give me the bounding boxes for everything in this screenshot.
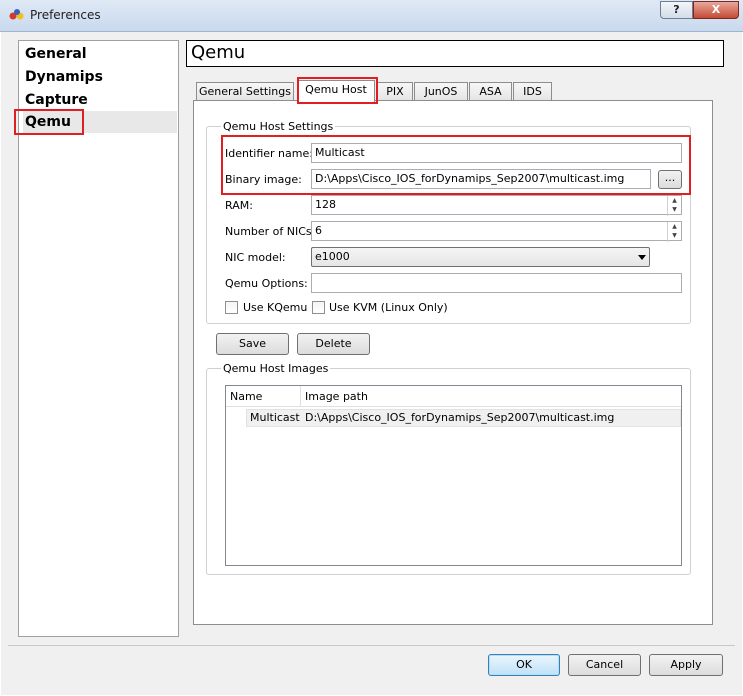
title-bar: Preferences ? X — [0, 0, 743, 32]
tab-pix[interactable]: PIX — [377, 82, 413, 101]
spin-up-icon[interactable]: ▲ — [668, 222, 681, 231]
highlight-box — [14, 109, 84, 135]
qemu-options-input[interactable] — [311, 273, 682, 293]
nic-model-select[interactable]: e1000 — [311, 247, 650, 267]
table-row[interactable]: Multicast D:\Apps\Cisco_IOS_forDynamips_… — [246, 409, 681, 427]
use-kvm-checkbox[interactable] — [312, 301, 325, 314]
section-header: Qemu — [186, 40, 724, 67]
use-kqemu-label: Use KQemu — [243, 301, 308, 314]
preferences-sidebar: General Dynamips Capture Qemu — [14, 40, 179, 637]
tab-general-settings[interactable]: General Settings — [196, 82, 294, 101]
app-icon — [9, 9, 24, 20]
row-name-cell: Multicast — [250, 411, 300, 424]
cancel-button[interactable]: Cancel — [568, 654, 641, 676]
divider — [8, 645, 735, 646]
highlight-box — [297, 77, 378, 104]
save-button[interactable]: Save — [216, 333, 289, 355]
host-settings-title: Qemu Host Settings — [221, 120, 336, 133]
close-button[interactable]: X — [693, 1, 739, 19]
nics-spinner[interactable]: ▲ ▼ — [667, 222, 681, 242]
use-kqemu-checkbox[interactable] — [225, 301, 238, 314]
ram-label: RAM: — [225, 199, 253, 212]
column-header-path[interactable]: Image path — [305, 390, 368, 403]
host-images-title: Qemu Host Images — [221, 362, 331, 375]
help-button[interactable]: ? — [660, 1, 693, 19]
column-divider — [300, 386, 301, 407]
column-header-name[interactable]: Name — [230, 390, 262, 403]
sidebar-item-capture[interactable]: Capture — [23, 89, 177, 111]
page-title: Qemu — [191, 42, 246, 63]
window-title: Preferences — [30, 8, 101, 22]
tab-junos[interactable]: JunOS — [414, 82, 468, 101]
chevron-down-icon — [638, 255, 646, 260]
tab-ids[interactable]: IDS — [513, 82, 552, 101]
ram-spinner[interactable]: ▲ ▼ — [667, 196, 681, 216]
sidebar-item-general[interactable]: General — [23, 43, 177, 65]
sidebar-item-dynamips[interactable]: Dynamips — [23, 66, 177, 88]
apply-button[interactable]: Apply — [649, 654, 723, 676]
use-kvm-label: Use KVM (Linux Only) — [329, 301, 448, 314]
spin-up-icon[interactable]: ▲ — [668, 196, 681, 205]
tab-asa[interactable]: ASA — [469, 82, 512, 101]
highlight-box — [221, 135, 691, 195]
nics-input[interactable]: 6 — [311, 221, 682, 241]
spin-down-icon[interactable]: ▼ — [668, 205, 681, 214]
row-path-cell: D:\Apps\Cisco_IOS_forDynamips_Sep2007\mu… — [305, 411, 615, 424]
table-header: Name Image path — [226, 386, 681, 407]
images-table: Name Image path Multicast D:\Apps\Cisco_… — [225, 385, 682, 566]
ok-button[interactable]: OK — [488, 654, 560, 676]
delete-button[interactable]: Delete — [297, 333, 370, 355]
nic-model-label: NIC model: — [225, 251, 286, 264]
qemu-options-label: Qemu Options: — [225, 277, 308, 290]
ram-input[interactable]: 128 — [311, 195, 682, 215]
spin-down-icon[interactable]: ▼ — [668, 231, 681, 240]
nics-label: Number of NICs: — [225, 225, 316, 238]
